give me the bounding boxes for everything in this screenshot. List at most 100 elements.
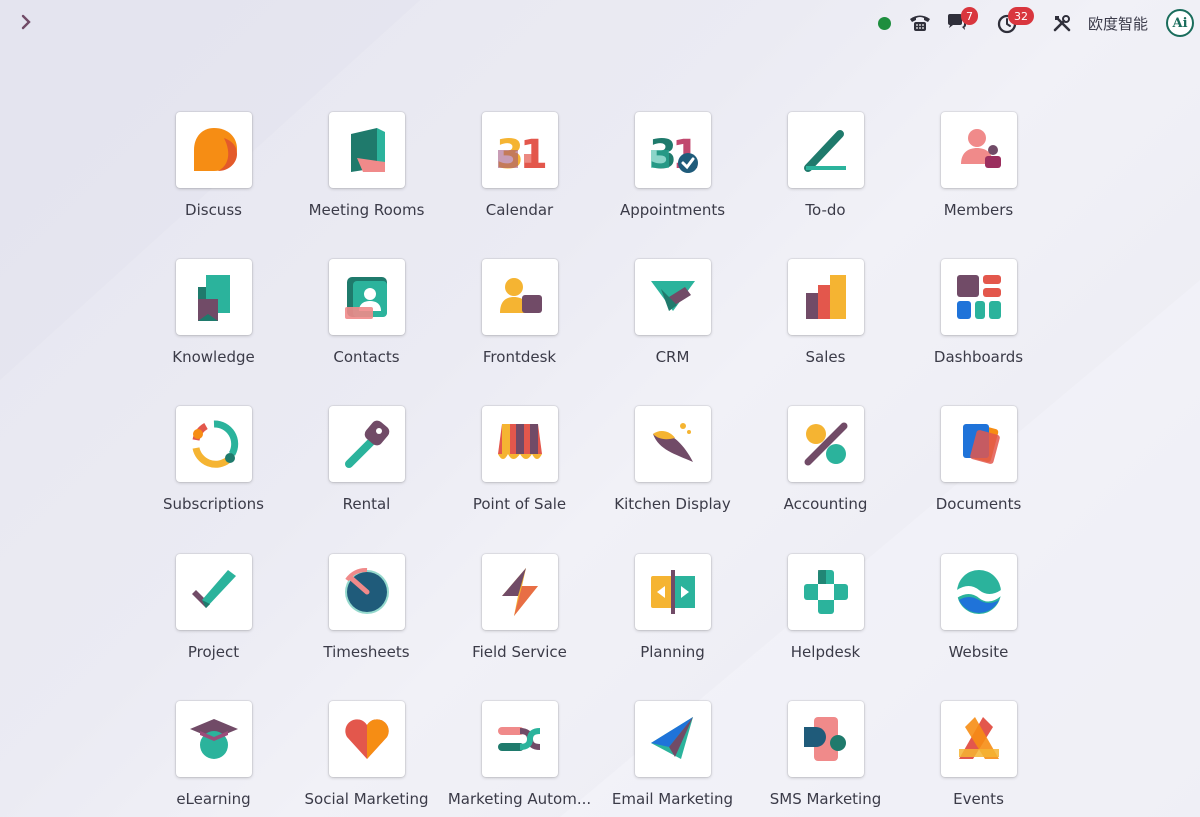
app-appointments[interactable]: 31 Appointments — [596, 112, 749, 259]
app-tile[interactable]: 31 — [481, 112, 558, 188]
app-planning[interactable]: Planning — [596, 553, 749, 701]
app-grid: Discuss Meeting Rooms 31 Calendar 31 Appointm… — [137, 112, 1055, 817]
marketing-automation-icon — [497, 726, 540, 751]
calendar-icon: 31 — [496, 132, 546, 176]
company-switcher[interactable]: 欧度智能 — [1088, 0, 1148, 46]
app-sms-marketing[interactable]: SMS Marketing — [749, 700, 902, 817]
app-tile[interactable] — [328, 112, 405, 188]
discuss-icon — [193, 128, 237, 171]
app-events[interactable]: Events — [902, 700, 1055, 817]
app-helpdesk[interactable]: Helpdesk — [749, 553, 902, 701]
chevron-right-icon — [21, 14, 31, 30]
app-discuss[interactable]: Discuss — [137, 112, 290, 259]
app-tile[interactable] — [787, 700, 864, 777]
tools-icon — [1053, 15, 1071, 32]
app-tile[interactable] — [940, 553, 1017, 630]
app-kitchen-display[interactable]: Kitchen Display — [596, 406, 749, 553]
app-label: Members — [943, 201, 1014, 219]
app-email-marketing[interactable]: Email Marketing — [596, 700, 749, 817]
app-tile[interactable] — [940, 406, 1017, 483]
app-tile[interactable] — [481, 259, 558, 336]
app-tile[interactable] — [175, 553, 252, 630]
app-subscriptions[interactable]: Subscriptions — [137, 406, 290, 553]
app-tile[interactable] — [787, 553, 864, 630]
app-tile[interactable] — [175, 700, 252, 777]
app-label: Timesheets — [323, 642, 410, 661]
app-crm[interactable]: CRM — [596, 259, 749, 406]
todo-icon — [803, 130, 846, 172]
app-tile[interactable] — [787, 112, 864, 188]
contacts-icon — [344, 277, 387, 320]
app-tile[interactable] — [175, 112, 252, 188]
app-label: Appointments — [619, 201, 726, 219]
app-members[interactable]: Members — [902, 112, 1055, 259]
meeting-rooms-icon — [350, 128, 385, 172]
app-tile[interactable] — [634, 700, 711, 777]
status-indicator[interactable] — [878, 0, 891, 46]
debug-tools-button[interactable] — [1052, 0, 1072, 46]
app-tile[interactable] — [787, 406, 864, 483]
app-tile[interactable] — [175, 259, 252, 336]
app-frontdesk[interactable]: Frontdesk — [443, 259, 596, 406]
app-marketing-automation[interactable]: Marketing Autom... — [443, 700, 596, 817]
app-tile[interactable] — [481, 406, 558, 483]
activities-button[interactable]: 32 — [996, 0, 1034, 46]
knowledge-icon — [197, 275, 230, 322]
app-tile[interactable] — [328, 700, 405, 777]
app-label: Email Marketing — [611, 789, 734, 808]
app-documents[interactable]: Documents — [902, 406, 1055, 553]
company-name: 欧度智能 — [1088, 14, 1149, 33]
app-tile[interactable] — [328, 553, 405, 630]
app-accounting[interactable]: Accounting — [749, 406, 902, 553]
app-knowledge[interactable]: Knowledge — [137, 259, 290, 406]
app-timesheets[interactable]: Timesheets — [290, 553, 443, 701]
app-contacts[interactable]: Contacts — [290, 259, 443, 406]
app-label: Contacts — [333, 348, 400, 367]
app-tile[interactable] — [940, 259, 1017, 336]
crm-icon — [650, 281, 695, 312]
app-label: Field Service — [472, 642, 567, 661]
messages-button[interactable]: 7 — [945, 0, 978, 46]
helpdesk-icon — [803, 569, 848, 614]
app-label: Documents — [935, 495, 1022, 514]
user-menu-button[interactable]: Ai — [1166, 0, 1194, 46]
app-tile[interactable] — [328, 406, 405, 483]
app-tile[interactable] — [175, 406, 252, 483]
app-label: Website — [948, 642, 1009, 661]
app-field-service[interactable]: Field Service — [443, 553, 596, 701]
app-calendar[interactable]: 31 Calendar — [443, 112, 596, 259]
app-website[interactable]: Website — [902, 553, 1055, 701]
app-label: Kitchen Display — [614, 495, 731, 514]
app-social-marketing[interactable]: Social Marketing — [290, 700, 443, 817]
app-label: Sales — [805, 348, 846, 367]
app-elearning[interactable]: eLearning — [137, 700, 290, 817]
app-label: Marketing Autom... — [447, 789, 592, 808]
app-tile[interactable] — [634, 406, 711, 483]
sms-marketing-icon — [803, 716, 846, 761]
app-point-of-sale[interactable]: Point of Sale — [443, 406, 596, 553]
app-todo[interactable]: To-do — [749, 112, 902, 259]
kitchen-display-icon — [652, 423, 693, 463]
app-tile[interactable] — [634, 553, 711, 630]
app-tile[interactable] — [634, 259, 711, 336]
app-tile[interactable] — [481, 553, 558, 630]
app-meeting-rooms[interactable]: Meeting Rooms — [290, 112, 443, 259]
phone-button[interactable] — [908, 0, 932, 46]
app-tile[interactable] — [787, 259, 864, 336]
app-tile[interactable] — [940, 700, 1017, 777]
app-tile[interactable] — [328, 259, 405, 336]
app-tile[interactable] — [481, 700, 558, 777]
timesheets-icon — [344, 567, 389, 614]
top-bar: 7 32 欧度智能 Ai — [0, 0, 1200, 46]
email-marketing-icon — [650, 716, 693, 759]
app-dashboards[interactable]: Dashboards — [902, 259, 1055, 406]
app-tile[interactable] — [940, 112, 1017, 188]
menu-toggle-button[interactable] — [14, 10, 38, 34]
app-tile[interactable]: 31 — [634, 112, 711, 188]
sales-icon — [805, 275, 846, 320]
appointments-icon: 31 — [649, 132, 699, 176]
app-rental[interactable]: Rental — [290, 406, 443, 553]
app-sales[interactable]: Sales — [749, 259, 902, 406]
app-label: eLearning — [176, 789, 251, 808]
app-project[interactable]: Project — [137, 553, 290, 701]
